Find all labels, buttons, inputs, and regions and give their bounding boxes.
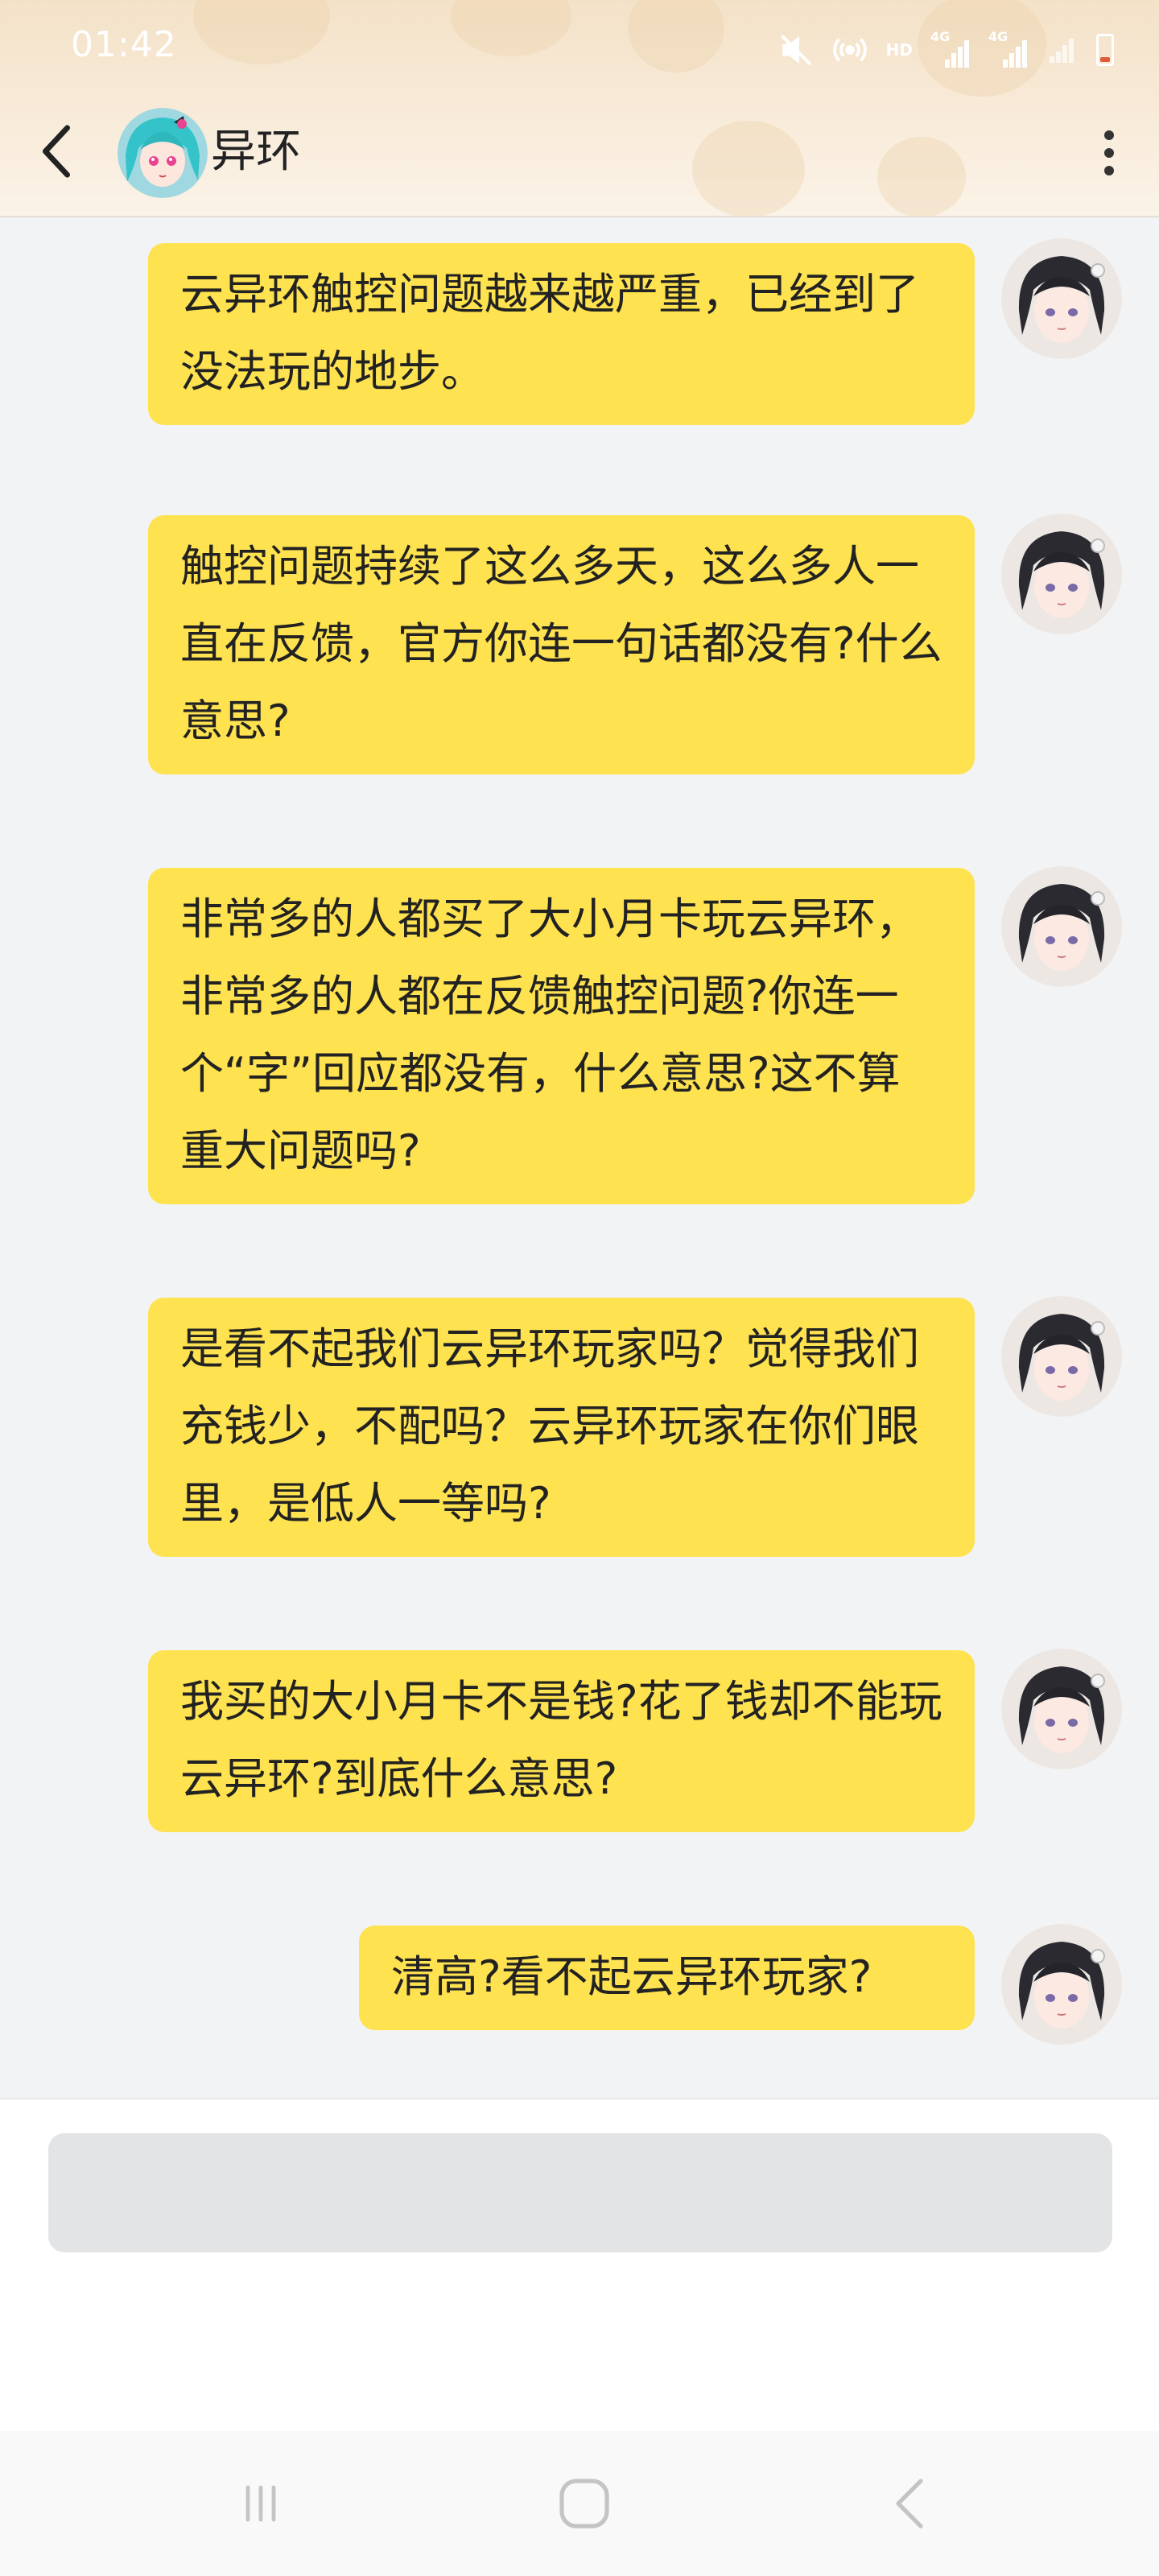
user-avatar[interactable] [1001, 238, 1122, 359]
header-decoration [877, 137, 966, 216]
user-avatar[interactable] [1001, 1924, 1122, 2045]
header-decoration [628, 0, 724, 72]
message-bubble[interactable]: 清高?看不起云异环玩家? [359, 1926, 975, 2030]
header-decoration [193, 0, 330, 64]
user-avatar[interactable] [1001, 514, 1122, 634]
message-bubble[interactable]: 非常多的人都买了大小月卡玩云异环，非常多的人都在反馈触控问题?你连一个“字”回应… [148, 868, 975, 1204]
status-icons: HD 4G 4G [778, 29, 1114, 71]
header-decoration [692, 121, 805, 216]
more-vertical-icon-dot [1104, 166, 1114, 175]
message-input[interactable] [48, 2133, 1112, 2252]
hd-icon: HD [886, 29, 913, 71]
wifi-signal-icon [1046, 29, 1079, 71]
back-button[interactable] [32, 119, 80, 184]
girl-avatar-icon [1001, 1296, 1122, 1417]
chat-message-list[interactable]: 云异环触控问题越来越严重，已经到了没法玩的地步。 触控问题持续了这么多天，这么多… [0, 217, 1159, 2098]
message-bubble[interactable]: 是看不起我们云异环玩家吗？觉得我们充钱少，不配吗？云异环玩家在你们眼里，是低人一… [148, 1298, 975, 1557]
chevron-left-icon [42, 125, 71, 178]
nav-back-button[interactable] [861, 2463, 958, 2544]
app-header: 01:42 HD 4G 4G 异环 [0, 0, 1159, 217]
hd-label: HD [885, 40, 913, 60]
girl-avatar-icon [1001, 1924, 1122, 2045]
user-avatar[interactable] [1001, 1296, 1122, 1417]
chat-title: 异环 [211, 126, 301, 178]
signal-4g-icon: 4G [988, 29, 1029, 71]
system-navigation-bar [0, 2431, 1159, 2576]
message-bubble[interactable]: 触控问题持续了这么多天，这么多人一直在反馈，官方你连一句话都没有?什么意思? [148, 515, 975, 774]
battery-low-icon [1096, 29, 1114, 71]
message-bubble[interactable]: 我买的大小月卡不是钱?花了钱却不能玩云异环?到底什么意思? [148, 1650, 975, 1832]
anime-character-avatar-icon [118, 108, 208, 198]
status-time: 01:42 [71, 24, 177, 65]
user-avatar[interactable] [1001, 866, 1122, 987]
back-icon [896, 2479, 923, 2529]
home-button[interactable] [536, 2463, 633, 2544]
girl-avatar-icon [1001, 1649, 1122, 1769]
more-options-button[interactable] [1091, 121, 1127, 185]
message-bubble[interactable]: 云异环触控问题越来越严重，已经到了没法玩的地步。 [148, 243, 975, 425]
mute-icon [778, 29, 814, 71]
more-vertical-icon-dot [1104, 130, 1114, 140]
girl-avatar-icon [1001, 238, 1122, 359]
girl-avatar-icon [1001, 866, 1122, 987]
girl-avatar-icon [1001, 514, 1122, 634]
battery-indicator [1096, 34, 1114, 66]
more-vertical-icon-dot [1104, 148, 1114, 158]
user-avatar[interactable] [1001, 1649, 1122, 1769]
header-decoration [451, 0, 571, 56]
home-icon [559, 2479, 609, 2529]
hotspot-icon [831, 29, 868, 71]
message-composer [0, 2098, 1159, 2431]
signal-4g-icon: 4G [930, 29, 971, 71]
contact-avatar[interactable] [118, 108, 208, 198]
recent-apps-button[interactable] [212, 2463, 309, 2544]
recent-apps-icon [245, 2485, 276, 2522]
